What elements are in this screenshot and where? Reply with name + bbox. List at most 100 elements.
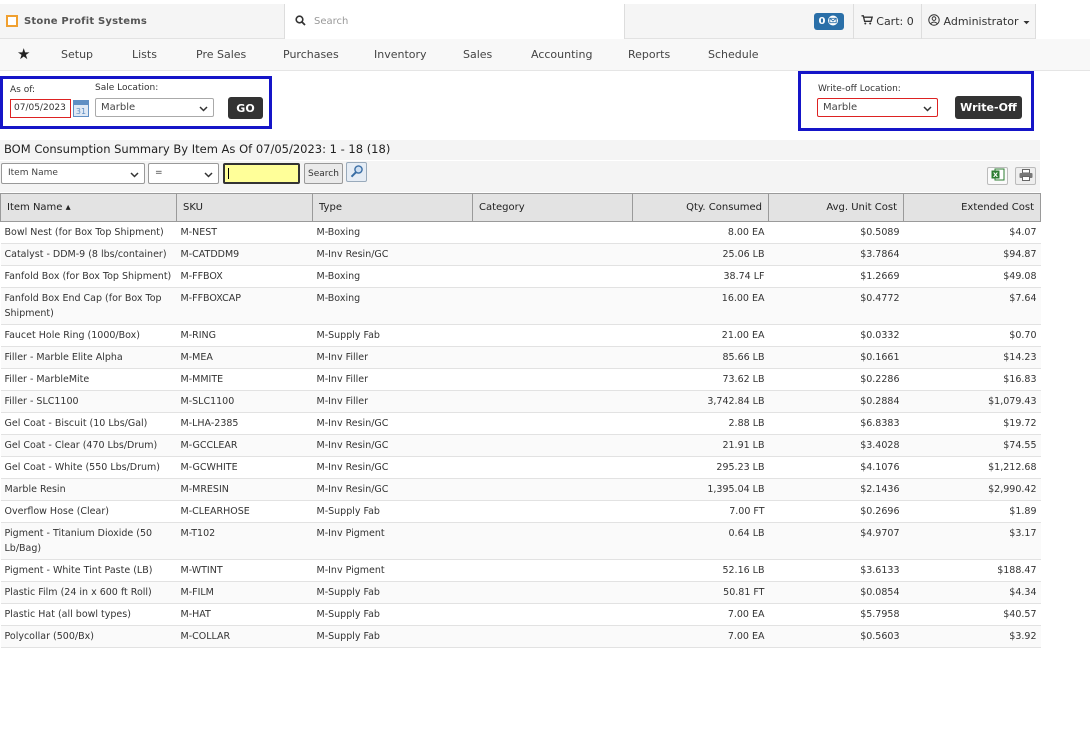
column-header-avg-unit-cost[interactable]: Avg. Unit Cost	[768, 193, 904, 222]
sku-cell: M-FFBOX	[176, 265, 313, 288]
global-search	[284, 4, 625, 39]
category-cell	[472, 390, 633, 413]
writeoff-location-select[interactable]: Marble	[817, 98, 938, 117]
category-cell	[472, 368, 633, 391]
qty-consumed-cell: 21.00 EA	[632, 324, 769, 347]
favorites-star-icon[interactable]: ★	[17, 45, 30, 63]
table-row[interactable]: Pigment - Titanium Dioxide (50 Lb/Bag) M-…	[0, 522, 1041, 560]
cart-button[interactable]: Cart: 0	[853, 4, 921, 39]
item-name-cell: Faucet Hole Ring (1000/Box)	[0, 324, 177, 347]
qty-consumed-cell: 295.23 LB	[632, 456, 769, 479]
avg-unit-cost-cell: $0.1661	[768, 346, 904, 369]
svg-text:X: X	[992, 171, 997, 179]
qty-consumed-cell: 1,395.04 LB	[632, 478, 769, 501]
brand[interactable]: Stone Profit Systems	[6, 13, 147, 29]
nav-lists[interactable]: Lists	[132, 48, 157, 61]
extended-cost-cell: $1.89	[903, 500, 1041, 523]
column-header-extended-cost[interactable]: Extended Cost	[903, 193, 1041, 222]
table-row[interactable]: Filler - MarbleMite M-MMITE M-Inv Filler 73…	[0, 368, 1041, 391]
as-of-date-input[interactable]: 07/05/2023	[10, 99, 71, 118]
table-row[interactable]: Overflow Hose (Clear) M-CLEARHOSE M-Supply…	[0, 500, 1041, 523]
nav-reports[interactable]: Reports	[628, 48, 670, 61]
go-button[interactable]: GO	[228, 97, 263, 119]
avg-unit-cost-cell: $0.0854	[768, 581, 904, 604]
category-cell	[472, 324, 633, 347]
table-header-row: Item Name ▴ SKU Type Category Qty. Consu…	[0, 193, 1041, 222]
column-header-type[interactable]: Type	[312, 193, 473, 222]
table-row[interactable]: Plastic Film (24 in x 600 ft Roll) M-FILM…	[0, 581, 1041, 604]
column-header-sku[interactable]: SKU	[176, 193, 313, 222]
nav-accounting[interactable]: Accounting	[531, 48, 592, 61]
sku-cell: M-HAT	[176, 603, 313, 626]
extended-cost-cell: $16.83	[903, 368, 1041, 391]
filter-operator-select[interactable]: =	[148, 163, 219, 184]
category-cell	[472, 456, 633, 479]
type-cell: M-Inv Filler	[312, 368, 473, 391]
table-row[interactable]: Bowl Nest (for Box Top Shipment) M-NEST M-…	[0, 221, 1041, 244]
avg-unit-cost-cell: $3.7864	[768, 243, 904, 266]
messages-button[interactable]: 0	[814, 13, 844, 30]
avg-unit-cost-cell: $4.1076	[768, 456, 904, 479]
nav-sales[interactable]: Sales	[463, 48, 492, 61]
type-cell: M-Inv Filler	[312, 346, 473, 369]
user-menu[interactable]: Administrator	[921, 4, 1036, 39]
filter-value-input[interactable]	[223, 163, 300, 184]
table-row[interactable]: Pigment - White Tint Paste (LB) M-WTINT M-…	[0, 559, 1041, 582]
column-header-qty-consumed[interactable]: Qty. Consumed	[632, 193, 769, 222]
table-row[interactable]: Fanfold Box (for Box Top Shipment) M-FFBO…	[0, 265, 1041, 288]
avg-unit-cost-cell: $0.2884	[768, 390, 904, 413]
brand-name: Stone Profit Systems	[24, 15, 148, 27]
category-cell	[472, 265, 633, 288]
nav-purchases[interactable]: Purchases	[283, 48, 339, 61]
qty-consumed-cell: 85.66 LB	[632, 346, 769, 369]
sku-cell: M-NEST	[176, 221, 313, 244]
avg-unit-cost-cell: $0.5603	[768, 625, 904, 648]
advanced-search-button[interactable]	[346, 162, 367, 182]
nav-pre-sales[interactable]: Pre Sales	[196, 48, 246, 61]
type-cell: M-Inv Resin/GC	[312, 412, 473, 435]
export-excel-button[interactable]: X	[987, 167, 1008, 185]
cart-icon	[861, 15, 874, 28]
search-button[interactable]: Search	[304, 163, 343, 184]
sale-location-select[interactable]: Marble	[95, 98, 214, 117]
filter-field-select[interactable]: Item Name	[1, 163, 145, 184]
messages-count: 0	[818, 16, 826, 27]
print-button[interactable]	[1015, 167, 1036, 185]
category-cell	[472, 603, 633, 626]
extended-cost-cell: $7.64	[903, 287, 1041, 325]
table-row[interactable]: Gel Coat - Clear (470 Lbs/Drum) M-GCCLEAR…	[0, 434, 1041, 457]
column-header-category[interactable]: Category	[472, 193, 633, 222]
extended-cost-cell: $74.55	[903, 434, 1041, 457]
table-row[interactable]: Fanfold Box End Cap (for Box Top Shipmen…	[0, 287, 1041, 325]
report-filter-box: As of: 07/05/2023 31 Sale Location: Marb…	[0, 76, 272, 129]
table-row[interactable]: Polycollar (500/Bx) M-COLLAR M-Supply Fab 7…	[0, 625, 1041, 648]
avg-unit-cost-cell: $4.9707	[768, 522, 904, 560]
table-row[interactable]: Catalyst - DDM-9 (8 lbs/container) M-CATD…	[0, 243, 1041, 266]
calendar-icon[interactable]: 31	[73, 100, 89, 117]
type-cell: M-Inv Resin/GC	[312, 434, 473, 457]
qty-consumed-cell: 21.91 LB	[632, 434, 769, 457]
qty-consumed-cell: 25.06 LB	[632, 243, 769, 266]
table-row[interactable]: Marble Resin M-MRESIN M-Inv Resin/GC 1,395.…	[0, 478, 1041, 501]
table-row[interactable]: Gel Coat - Biscuit (10 Lbs/Gal) M-LHA-238…	[0, 412, 1041, 435]
avg-unit-cost-cell: $6.8383	[768, 412, 904, 435]
search-input[interactable]	[314, 16, 604, 27]
column-header-item-name[interactable]: Item Name ▴	[0, 193, 177, 222]
printer-icon	[1019, 168, 1033, 184]
writeoff-button[interactable]: Write-Off	[955, 96, 1022, 119]
nav-schedule[interactable]: Schedule	[708, 48, 759, 61]
nav-inventory[interactable]: Inventory	[374, 48, 427, 61]
qty-consumed-cell: 52.16 LB	[632, 559, 769, 582]
chevron-down-icon	[204, 168, 213, 187]
cart-label: Cart: 0	[876, 15, 914, 28]
table-row[interactable]: Gel Coat - White (550 Lbs/Drum) M-GCWHITE…	[0, 456, 1041, 479]
table-row[interactable]: Filler - SLC1100 M-SLC1100 M-Inv Filler 3,7…	[0, 390, 1041, 413]
nav-setup[interactable]: Setup	[61, 48, 93, 61]
table-row[interactable]: Filler - Marble Elite Alpha M-MEA M-Inv Fi…	[0, 346, 1041, 369]
sku-cell: M-LHA-2385	[176, 412, 313, 435]
table-row[interactable]: Plastic Hat (all bowl types) M-HAT M-Suppl…	[0, 603, 1041, 626]
table-row[interactable]: Faucet Hole Ring (1000/Box) M-RING M-Suppl…	[0, 324, 1041, 347]
category-cell	[472, 559, 633, 582]
item-name-cell: Filler - SLC1100	[0, 390, 177, 413]
qty-consumed-cell: 50.81 FT	[632, 581, 769, 604]
